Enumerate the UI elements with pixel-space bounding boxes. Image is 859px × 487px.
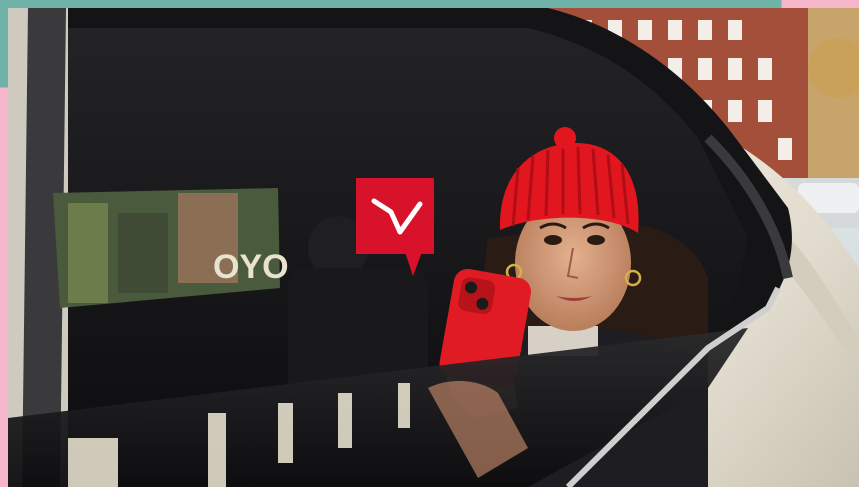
hero-photo-illustration: OYO <box>8 8 859 487</box>
hero-photo: OYO <box>8 8 859 487</box>
top-color-strip <box>0 0 859 8</box>
photo-frame: OYO <box>0 0 859 487</box>
background-sign-text: OYO <box>213 248 289 286</box>
left-color-strip <box>0 0 8 487</box>
